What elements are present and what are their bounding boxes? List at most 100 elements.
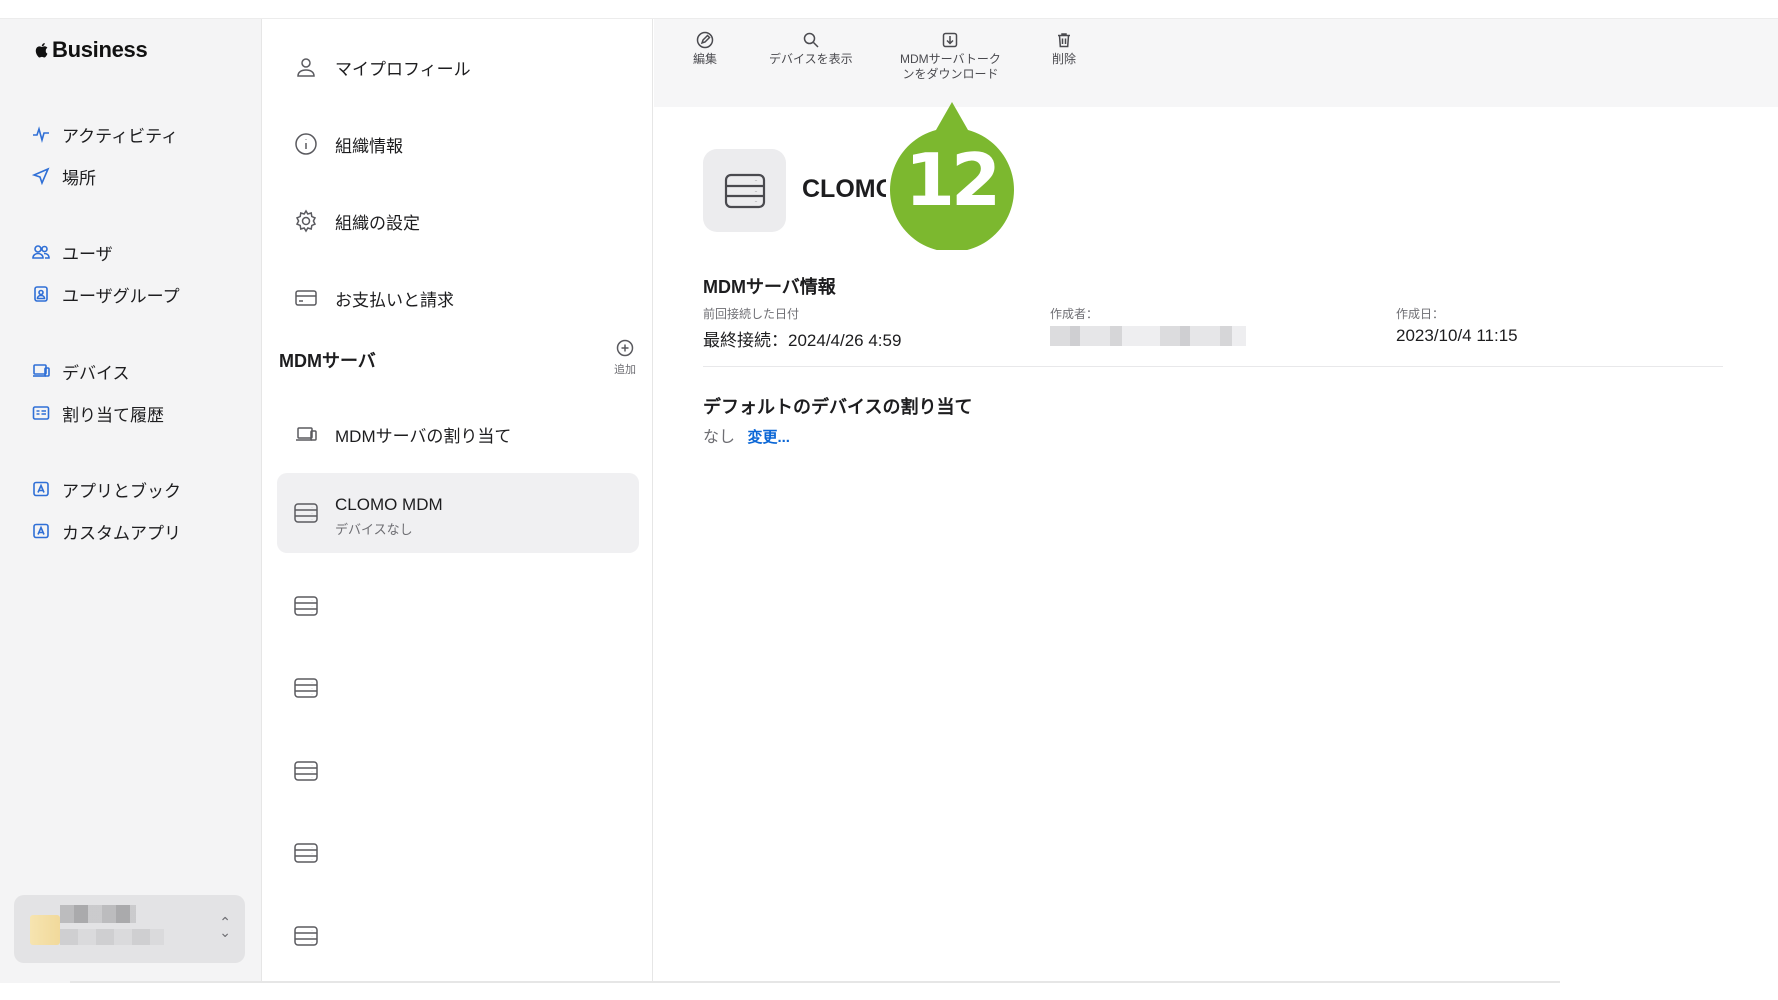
gear-icon xyxy=(293,208,319,234)
created-by-label: 作成者： xyxy=(1050,307,1099,321)
edit-button[interactable]: 編集 xyxy=(693,31,717,67)
menu-item-label: お支払いと請求 xyxy=(335,290,454,310)
sidebar-item-label: アクティビティ xyxy=(62,126,179,146)
edit-icon xyxy=(696,31,714,49)
sidebar-item-user-groups[interactable]: ユーザグループ xyxy=(30,273,180,315)
sidebar: Business アクティビティ 場所 ユーザ ユーザグループ デバイス 割り当… xyxy=(0,19,262,983)
section-divider xyxy=(703,366,1723,367)
mdm-server-item[interactable] xyxy=(293,676,319,700)
sidebar-item-label: 割り当て履歴 xyxy=(62,405,164,425)
menu-item-mdm-assignment[interactable]: MDMサーバの割り当て xyxy=(293,421,511,447)
server-icon xyxy=(293,843,319,869)
add-label: 追加 xyxy=(614,364,636,376)
nav-group-activity: アクティビティ 場所 xyxy=(30,113,178,197)
step-callout-badge: 12 xyxy=(888,100,1018,252)
assignment-history-icon xyxy=(30,402,52,424)
activity-icon xyxy=(30,123,52,145)
add-mdm-server-button[interactable]: 追加 xyxy=(608,339,642,377)
server-icon xyxy=(293,501,319,530)
menu-item-label: 組織の設定 xyxy=(335,213,420,233)
account-detail-redacted xyxy=(60,929,164,945)
default-assignment-row: なし 変更... xyxy=(703,423,790,447)
download-token-label-2: ンをダウンロード xyxy=(902,67,999,81)
account-switcher[interactable]: ⌃ ⌄ xyxy=(14,895,245,963)
trash-icon xyxy=(1058,33,1070,48)
server-subtitle: デバイスなし xyxy=(335,522,413,537)
users-icon xyxy=(30,241,52,263)
mdm-server-item[interactable] xyxy=(293,841,319,865)
sidebar-item-custom-apps[interactable]: カスタムアプリ xyxy=(30,510,181,552)
sidebar-item-devices[interactable]: デバイス xyxy=(30,350,164,392)
sidebar-item-label: ユーザグループ xyxy=(62,286,180,306)
download-token-label-1: MDMサーバトーク xyxy=(900,52,1001,66)
settings-list: マイプロフィール 組織情報 組織の設定 お支払いと請求 MDMサーバ 追加 MD… xyxy=(263,19,653,983)
brand-logo[interactable]: Business xyxy=(34,37,148,63)
last-connected-value: 最終接続：2024/4/26 4:59 xyxy=(703,331,902,350)
sidebar-item-label: アプリとブック xyxy=(62,481,181,501)
menu-item-label: 組織情報 xyxy=(335,136,403,156)
mdm-section-title: MDMサーバ xyxy=(279,351,376,371)
location-icon xyxy=(30,165,52,187)
user-group-icon xyxy=(30,283,52,305)
server-detail-pane: 編集 デバイスを表示 MDMサーバトーク ンをダウンロード 削除 CLOMO M… xyxy=(654,19,1778,983)
server-name: CLOMO MDM xyxy=(335,495,443,514)
server-icon xyxy=(293,926,319,952)
show-devices-label: デバイスを表示 xyxy=(769,52,853,66)
edit-label: 編集 xyxy=(693,52,718,66)
sidebar-item-apps-books[interactable]: アプリとブック xyxy=(30,468,181,510)
menu-item-org-settings[interactable]: 組織の設定 xyxy=(293,208,420,234)
nav-group-users: ユーザ ユーザグループ xyxy=(30,231,180,315)
plus-circle-icon xyxy=(616,339,634,357)
sidebar-item-activity[interactable]: アクティビティ xyxy=(30,113,178,155)
sidebar-item-label: カスタムアプリ xyxy=(62,523,181,543)
apps-books-icon xyxy=(30,478,52,500)
devices-icon xyxy=(30,360,52,382)
menu-item-my-profile[interactable]: マイプロフィール xyxy=(293,54,471,80)
created-by-redacted xyxy=(1050,326,1246,346)
mdm-server-item[interactable] xyxy=(293,759,319,783)
account-avatar xyxy=(30,915,60,945)
apple-logo-icon xyxy=(35,43,48,58)
search-icon xyxy=(803,32,819,48)
server-icon xyxy=(724,173,765,208)
mdm-server-item[interactable] xyxy=(293,594,319,618)
menu-item-label: マイプロフィール xyxy=(335,59,471,79)
created-date-value: 2023/10/4 11:15 xyxy=(1396,326,1518,345)
menu-item-billing[interactable]: お支払いと請求 xyxy=(293,285,454,311)
server-icon xyxy=(293,761,319,787)
laptop-icon xyxy=(293,421,319,447)
sidebar-item-label: デバイス xyxy=(62,363,130,383)
custom-apps-icon xyxy=(30,520,52,542)
default-assignment-value: なし xyxy=(703,429,736,446)
person-icon xyxy=(293,54,319,80)
menu-item-org-info[interactable]: 組織情報 xyxy=(293,131,403,157)
mdm-server-item-selected[interactable]: CLOMO MDM デバイスなし xyxy=(277,473,639,553)
menu-item-label: MDMサーバの割り当て xyxy=(335,426,512,446)
download-token-button[interactable]: MDMサーバトーク ンをダウンロード xyxy=(900,31,1001,82)
server-icon xyxy=(293,678,319,704)
brand-logo-text: Business xyxy=(52,37,148,62)
sidebar-item-assignment-history[interactable]: 割り当て履歴 xyxy=(30,392,164,434)
server-large-icon xyxy=(703,149,786,232)
info-icon xyxy=(293,131,319,157)
download-icon xyxy=(943,32,958,48)
sidebar-item-locations[interactable]: 場所 xyxy=(30,155,178,197)
account-name-redacted xyxy=(60,905,136,923)
credit-card-icon xyxy=(293,285,319,311)
sidebar-item-label: ユーザ xyxy=(62,244,113,264)
delete-button[interactable]: 削除 xyxy=(1052,31,1076,67)
window-bottom-edge xyxy=(70,981,1560,983)
sidebar-item-users[interactable]: ユーザ xyxy=(30,231,180,273)
server-info-heading: MDMサーバ情報 xyxy=(703,277,836,297)
created-by-field: 作成者： xyxy=(1050,305,1246,346)
last-connected-field: 前回接続した日付 最終接続：2024/4/26 4:59 xyxy=(703,305,901,351)
default-assignment-heading: デフォルトのデバイスの割り当て xyxy=(703,397,973,417)
mdm-server-item[interactable] xyxy=(293,924,319,948)
show-devices-button[interactable]: デバイスを表示 xyxy=(769,31,853,67)
server-title: CLOMO MDM xyxy=(802,175,886,203)
change-link[interactable]: 変更... xyxy=(747,429,790,446)
nav-group-devices: デバイス 割り当て履歴 xyxy=(30,350,164,434)
toolbar: 編集 デバイスを表示 MDMサーバトーク ンをダウンロード 削除 xyxy=(654,19,1778,107)
callout-number: 12 xyxy=(904,138,1001,222)
created-date-field: 作成日： 2023/10/4 11:15 xyxy=(1396,305,1518,346)
